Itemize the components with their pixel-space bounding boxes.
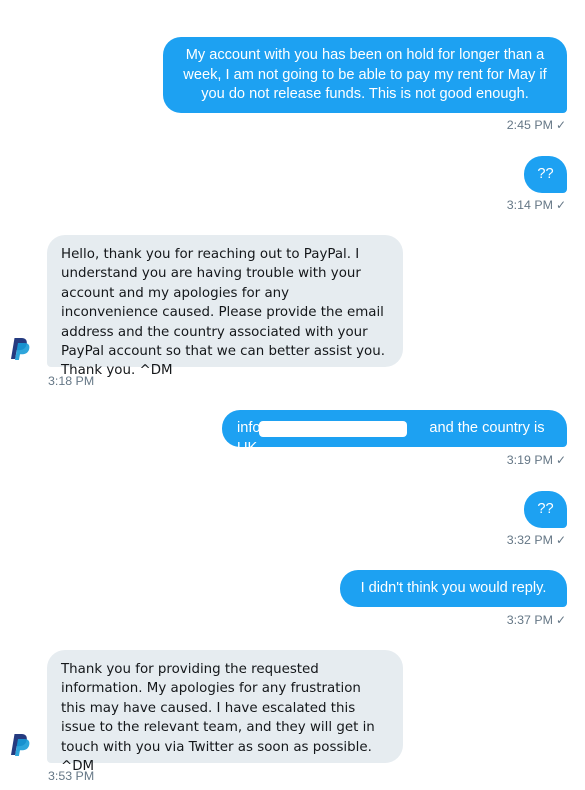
message-meta: 2:45 PM ✓ bbox=[507, 118, 566, 132]
message-meta: 3:32 PM ✓ bbox=[507, 533, 566, 547]
read-receipt-icon: ✓ bbox=[555, 453, 566, 467]
message-timestamp: 2:45 PM bbox=[506, 118, 553, 132]
message-bubble-outgoing[interactable]: ?? bbox=[524, 491, 567, 528]
message-meta: 3:37 PM ✓ bbox=[507, 613, 566, 627]
redaction-mark bbox=[259, 421, 407, 437]
message-timestamp: 3:18 PM bbox=[48, 374, 95, 388]
message-timestamp: 3:37 PM bbox=[506, 613, 553, 627]
read-receipt-icon: ✓ bbox=[555, 613, 566, 627]
paypal-logo-icon bbox=[11, 338, 30, 360]
message-bubble-outgoing[interactable]: My account with you has been on hold for… bbox=[163, 37, 567, 113]
message-meta: 3:14 PM ✓ bbox=[507, 198, 566, 212]
message-timestamp: 3:53 PM bbox=[48, 769, 95, 783]
message-bubble-outgoing[interactable]: ?? bbox=[524, 156, 567, 193]
message-bubble-incoming[interactable]: Thank you for providing the requested in… bbox=[47, 650, 403, 774]
message-timestamp: 3:14 PM bbox=[506, 198, 553, 212]
read-receipt-icon: ✓ bbox=[555, 198, 566, 212]
message-meta: 3:19 PM ✓ bbox=[507, 453, 566, 467]
message-timestamp: 3:32 PM bbox=[506, 533, 553, 547]
read-receipt-icon: ✓ bbox=[555, 533, 566, 547]
paypal-logo-icon bbox=[11, 734, 30, 756]
message-bubble-outgoing[interactable]: I didn't think you would reply. bbox=[340, 570, 567, 607]
dm-thread: My account with you has been on hold for… bbox=[0, 0, 585, 790]
read-receipt-icon: ✓ bbox=[555, 118, 566, 132]
message-bubble-incoming[interactable]: Hello, thank you for reaching out to Pay… bbox=[47, 235, 403, 378]
message-timestamp: 3:19 PM bbox=[506, 453, 553, 467]
